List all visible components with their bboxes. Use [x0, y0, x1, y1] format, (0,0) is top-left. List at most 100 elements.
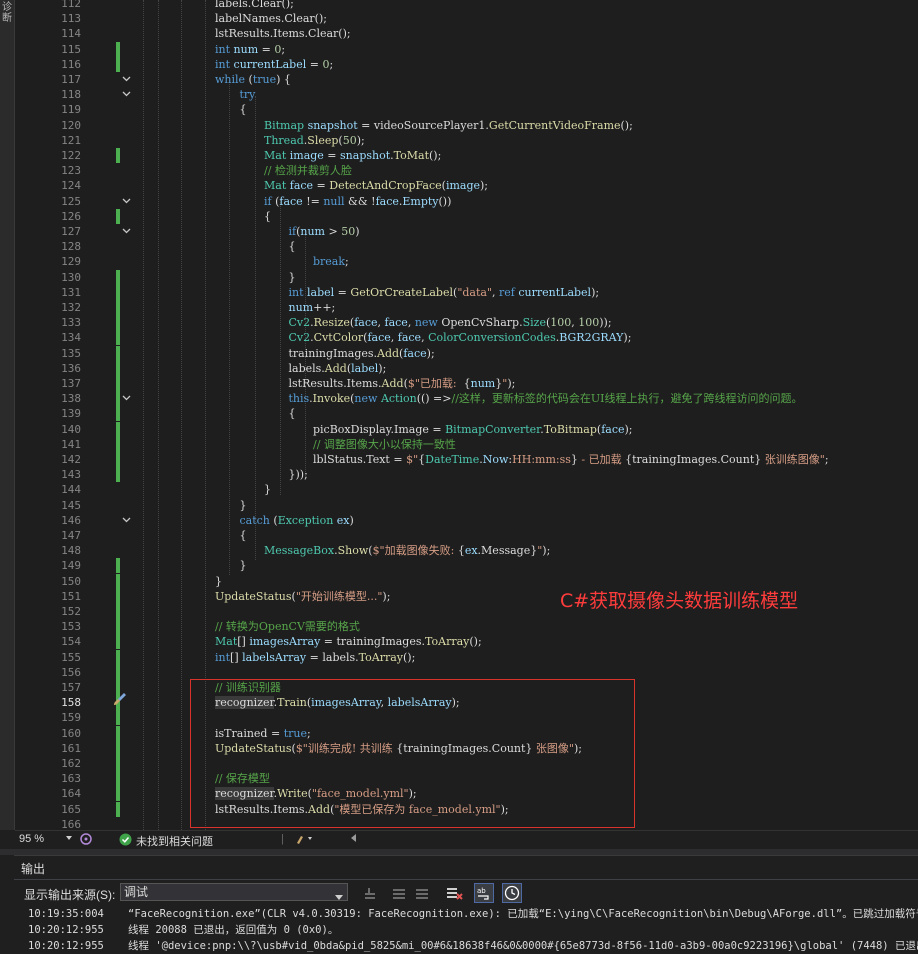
code-token: =	[258, 42, 275, 56]
code-line[interactable]: labels.Clear();	[215, 0, 294, 11]
code-token: ColorConversionCodes	[428, 331, 556, 345]
fold-chevron-icon[interactable]	[121, 72, 133, 87]
code-line[interactable]: lstResults.Items.Add($"已加载: {num}");	[289, 376, 516, 391]
line-number: 147	[61, 529, 81, 542]
code-line[interactable]: while (true) {	[215, 72, 291, 87]
code-token: Size	[522, 316, 546, 330]
code-line[interactable]: labels.Add(label);	[289, 361, 387, 376]
line-number: 112	[61, 0, 81, 10]
code-line[interactable]: {	[289, 406, 296, 421]
code-line[interactable]: trainingImages.Add(face);	[289, 346, 435, 361]
code-token: face	[403, 346, 427, 360]
previous-message-icon[interactable]	[389, 883, 409, 903]
line-number: 138	[61, 392, 81, 406]
code-line[interactable]: int num = 0;	[215, 42, 285, 57]
code-token: )	[349, 513, 354, 527]
quick-action-brush-icon[interactable]	[112, 691, 128, 711]
code-line[interactable]: // 转换为OpenCV需要的格式	[215, 619, 360, 634]
change-marker	[116, 360, 120, 376]
output-log-line[interactable]: 10:20:12:955 线程 '@device:pnp:\\?\usb#vid_…	[28, 939, 918, 954]
code-line[interactable]: }	[289, 270, 296, 285]
code-line[interactable]: break;	[313, 254, 349, 269]
code-line[interactable]: {	[264, 209, 271, 224]
change-marker	[116, 315, 120, 331]
code-token: ToBitmap	[543, 422, 597, 436]
fold-chevron-icon[interactable]	[121, 513, 133, 528]
code-line[interactable]: MessageBox.Show($"加载图像失败: {ex.Message}")…	[264, 543, 550, 558]
code-token: {	[288, 407, 296, 421]
code-token: this	[288, 392, 310, 406]
code-line[interactable]: Cv2.Resize(face, face, new OpenCvSharp.S…	[289, 315, 612, 330]
issues-status[interactable]: 未找到相关问题	[136, 833, 213, 849]
code-line[interactable]: }	[264, 482, 271, 497]
code-cleanup-brush-icon[interactable]	[295, 833, 313, 848]
code-line[interactable]: picBoxDisplay.Image = BitmapConverter.To…	[313, 422, 633, 437]
code-line[interactable]: lstResults.Items.Clear();	[215, 26, 351, 41]
code-line[interactable]: Mat face = DetectAndCropFace(image);	[264, 178, 488, 193]
code-editor[interactable]: 112 113 114 115 116 117 118 119 120 121 122 123 124 1…	[15, 0, 918, 830]
code-line[interactable]: this.Invoke(new Action(() =>//这样，更新标签的代码…	[289, 391, 803, 406]
code-line[interactable]: Thread.Sleep(50);	[264, 133, 365, 148]
diagnostics-tab-label[interactable]: 诊断	[0, 2, 14, 24]
code-line[interactable]: lblStatus.Text = $"{DateTime.Now:HH:mm:s…	[313, 452, 829, 467]
code-line[interactable]: {	[289, 239, 296, 254]
code-line[interactable]: int currentLabel = 0;	[215, 57, 333, 72]
code-line[interactable]: // 检测并裁剪人脸	[264, 163, 352, 178]
code-line[interactable]: {	[240, 528, 247, 543]
fold-chevron-icon[interactable]	[121, 87, 133, 102]
next-message-icon[interactable]	[412, 883, 432, 903]
code-line[interactable]: }	[215, 574, 222, 589]
fold-chevron-icon[interactable]	[121, 224, 133, 239]
code-token: );	[591, 285, 600, 299]
zoom-level[interactable]: 95 %	[19, 833, 44, 845]
code-line[interactable]: catch (Exception ex)	[240, 513, 354, 528]
code-token: {trainingImages.Count}	[625, 453, 762, 466]
fold-chevron-icon[interactable]	[121, 391, 133, 406]
code-line[interactable]: Mat image = snapshot.ToMat();	[264, 148, 441, 163]
fold-chevron-icon[interactable]	[121, 194, 133, 209]
code-token: ();	[469, 635, 482, 649]
output-log-line[interactable]: 10:20:12:955 线程 20088 已退出，返回值为 0 (0x0)。	[28, 923, 338, 938]
code-line[interactable]: {	[240, 102, 247, 117]
code-line[interactable]: UpdateStatus("开始训练模型...");	[215, 589, 390, 604]
code-line[interactable]: int label = GetOrCreateLabel("data", ref…	[289, 285, 600, 300]
code-line[interactable]: int[] labelsArray = labels.ToArray();	[215, 650, 415, 665]
code-line[interactable]: }	[240, 558, 247, 573]
code-line[interactable]: num++;	[289, 300, 336, 315]
code-token: ;	[281, 42, 286, 56]
code-token: }	[215, 574, 222, 588]
change-marker	[116, 467, 120, 483]
clear-all-icon[interactable]	[444, 883, 464, 903]
code-token: Empty	[402, 194, 439, 208]
output-source-label: 显示输出来源(S):	[24, 888, 116, 902]
zoom-dropdown-icon[interactable]	[65, 833, 73, 845]
code-line[interactable]: Cv2.CvtColor(face, face, ColorConversion…	[289, 330, 632, 345]
output-source-select[interactable]: 调试	[120, 883, 348, 901]
code-line[interactable]: }));	[289, 467, 308, 482]
code-line[interactable]: Bitmap snapshot = videoSourcePlayer1.Get…	[264, 118, 633, 133]
word-wrap-toggle-icon[interactable]: ab	[474, 883, 494, 903]
code-line[interactable]: }	[240, 498, 247, 513]
output-log-line[interactable]: 10:19:35:004 “FaceRecognition.exe”(CLR v4…	[28, 907, 918, 922]
code-token: (	[269, 513, 278, 527]
code-line[interactable]: // 调整图像大小以保持一致性	[313, 437, 456, 452]
scroll-left-icon[interactable]	[349, 833, 357, 846]
code-token: );	[623, 331, 632, 345]
find-message-in-code-icon[interactable]	[360, 883, 380, 903]
copilot-icon[interactable]	[80, 833, 92, 848]
code-token: =	[313, 179, 330, 193]
code-token: int	[288, 285, 304, 299]
code-line[interactable]: labelNames.Clear();	[215, 11, 327, 26]
code-token: snapshot	[340, 149, 391, 162]
code-line[interactable]: if (face != null && !face.Empty())	[264, 194, 451, 209]
left-tool-strip[interactable]: 诊断	[0, 0, 15, 830]
code-line[interactable]: try	[240, 87, 256, 102]
code-token: Mat	[264, 179, 287, 193]
code-line[interactable]: Mat[] imagesArray = trainingImages.ToArr…	[215, 634, 482, 649]
show-timestamp-clock-icon[interactable]	[502, 883, 522, 903]
code-line[interactable]: if(num > 50)	[289, 224, 360, 239]
code-token: break	[313, 255, 346, 269]
output-tab-title[interactable]: 输出	[21, 860, 45, 877]
code-token: );	[542, 544, 551, 558]
line-number: 153	[61, 620, 81, 634]
